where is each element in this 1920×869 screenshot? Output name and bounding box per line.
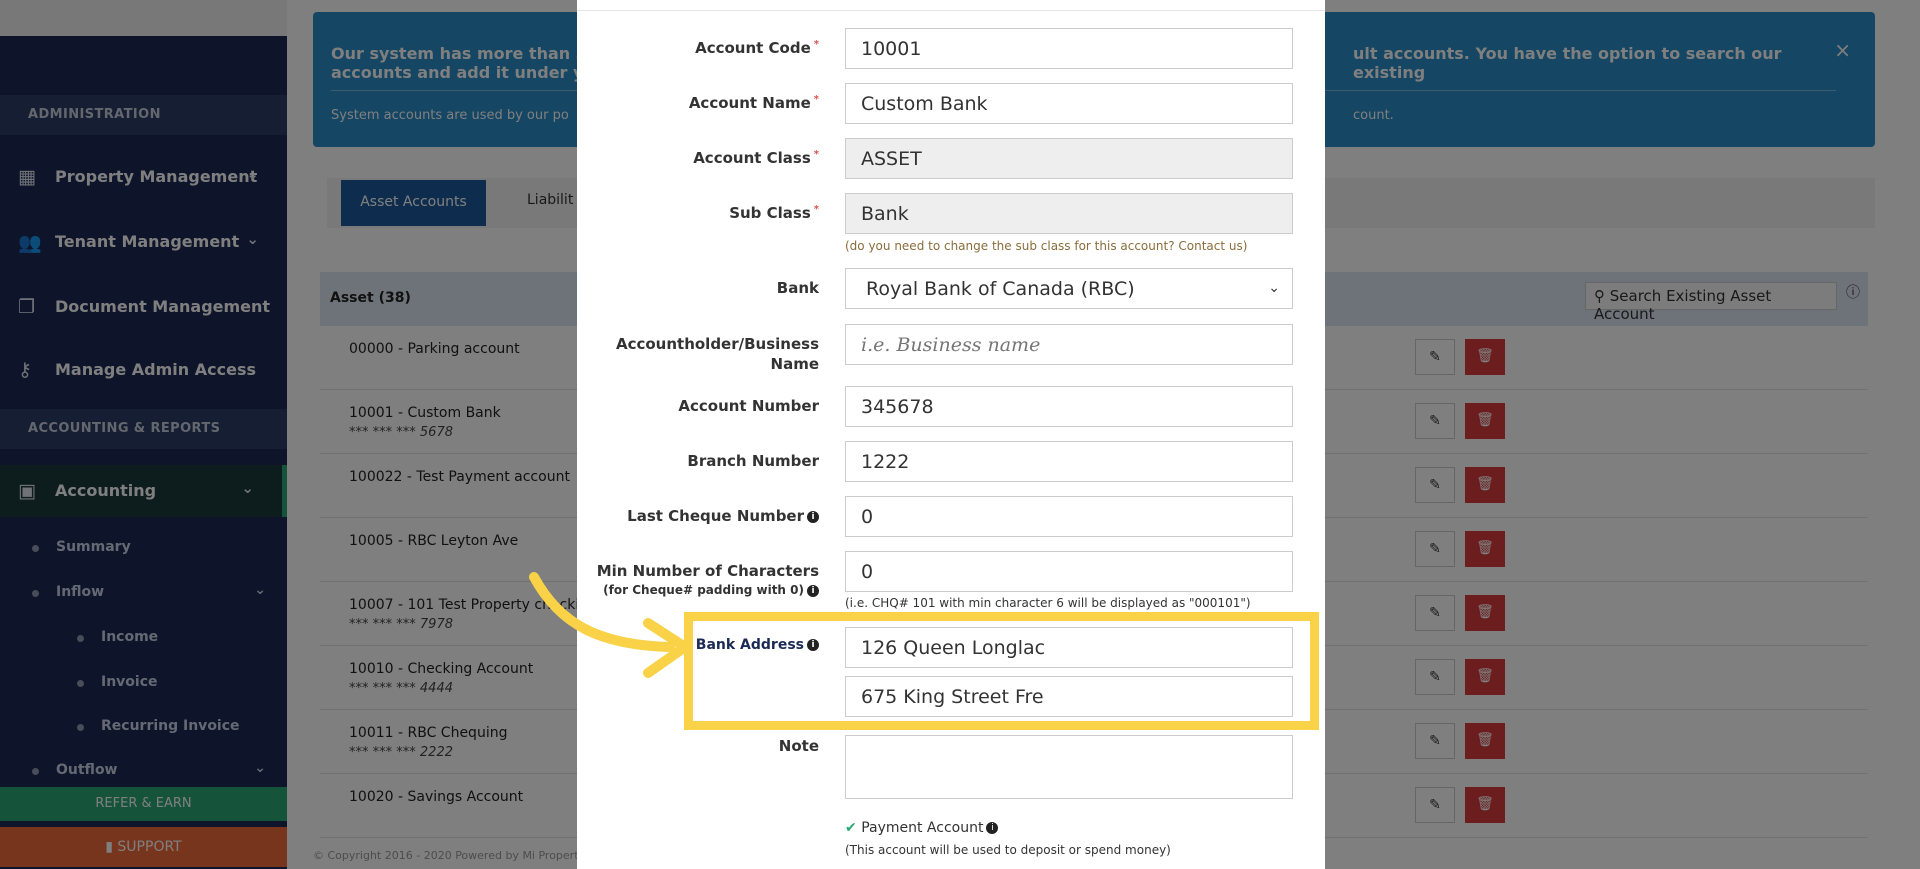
note-textarea[interactable]	[845, 735, 1293, 799]
sub-class-field: Bank	[845, 193, 1293, 234]
last-cheque-field[interactable]: 0	[845, 496, 1293, 537]
account-name-label: Account Name *	[688, 94, 819, 112]
payment-account-hint: (This account will be used to deposit or…	[845, 843, 1171, 857]
info-icon[interactable]: i	[986, 822, 999, 834]
callout-arrow-icon	[529, 572, 690, 678]
chevron-down-icon: ⌄	[1268, 280, 1280, 296]
highlight-box	[684, 612, 1319, 730]
min-chars-field[interactable]: 0	[845, 551, 1293, 592]
min-chars-hint: (i.e. CHQ# 101 with min character 6 will…	[845, 596, 1251, 610]
account-class-field: ASSET	[845, 138, 1293, 179]
last-cheque-label: Last Cheque Number i	[627, 507, 819, 525]
check-circle-icon: ✔	[845, 820, 862, 836]
account-number-label: Account Number	[678, 397, 819, 415]
account-name-field[interactable]: Custom Bank	[845, 83, 1293, 124]
edit-account-modal: Account Code * 10001 Account Name * Custom…	[577, 0, 1325, 869]
sub-class-hint[interactable]: (do you need to change the sub class for…	[845, 239, 1247, 253]
modal-header-divider	[577, 10, 1325, 11]
payment-account-label: Payment Account	[861, 820, 984, 836]
note-label: Note	[778, 737, 819, 755]
info-icon[interactable]: i	[807, 584, 819, 597]
account-class-label: Account Class *	[693, 149, 819, 167]
account-number-field[interactable]: 345678	[845, 386, 1293, 427]
branch-number-label: Branch Number	[687, 452, 819, 470]
bank-select-value: Royal Bank of Canada (RBC)	[866, 278, 1135, 300]
payment-account-checkbox[interactable]: ✔ Payment Account i	[845, 820, 999, 836]
info-icon[interactable]: i	[807, 510, 819, 523]
bank-select[interactable]: Royal Bank of Canada (RBC) ⌄	[845, 268, 1293, 309]
branch-number-field[interactable]: 1222	[845, 441, 1293, 482]
accountholder-input[interactable]	[845, 324, 1293, 365]
account-code-label: Account Code *	[695, 39, 819, 57]
sub-class-label: Sub Class *	[729, 204, 819, 222]
accountholder-label: Accountholder/Business Name	[615, 335, 819, 373]
bank-label: Bank	[776, 279, 819, 297]
account-code-field[interactable]: 10001	[845, 28, 1293, 69]
